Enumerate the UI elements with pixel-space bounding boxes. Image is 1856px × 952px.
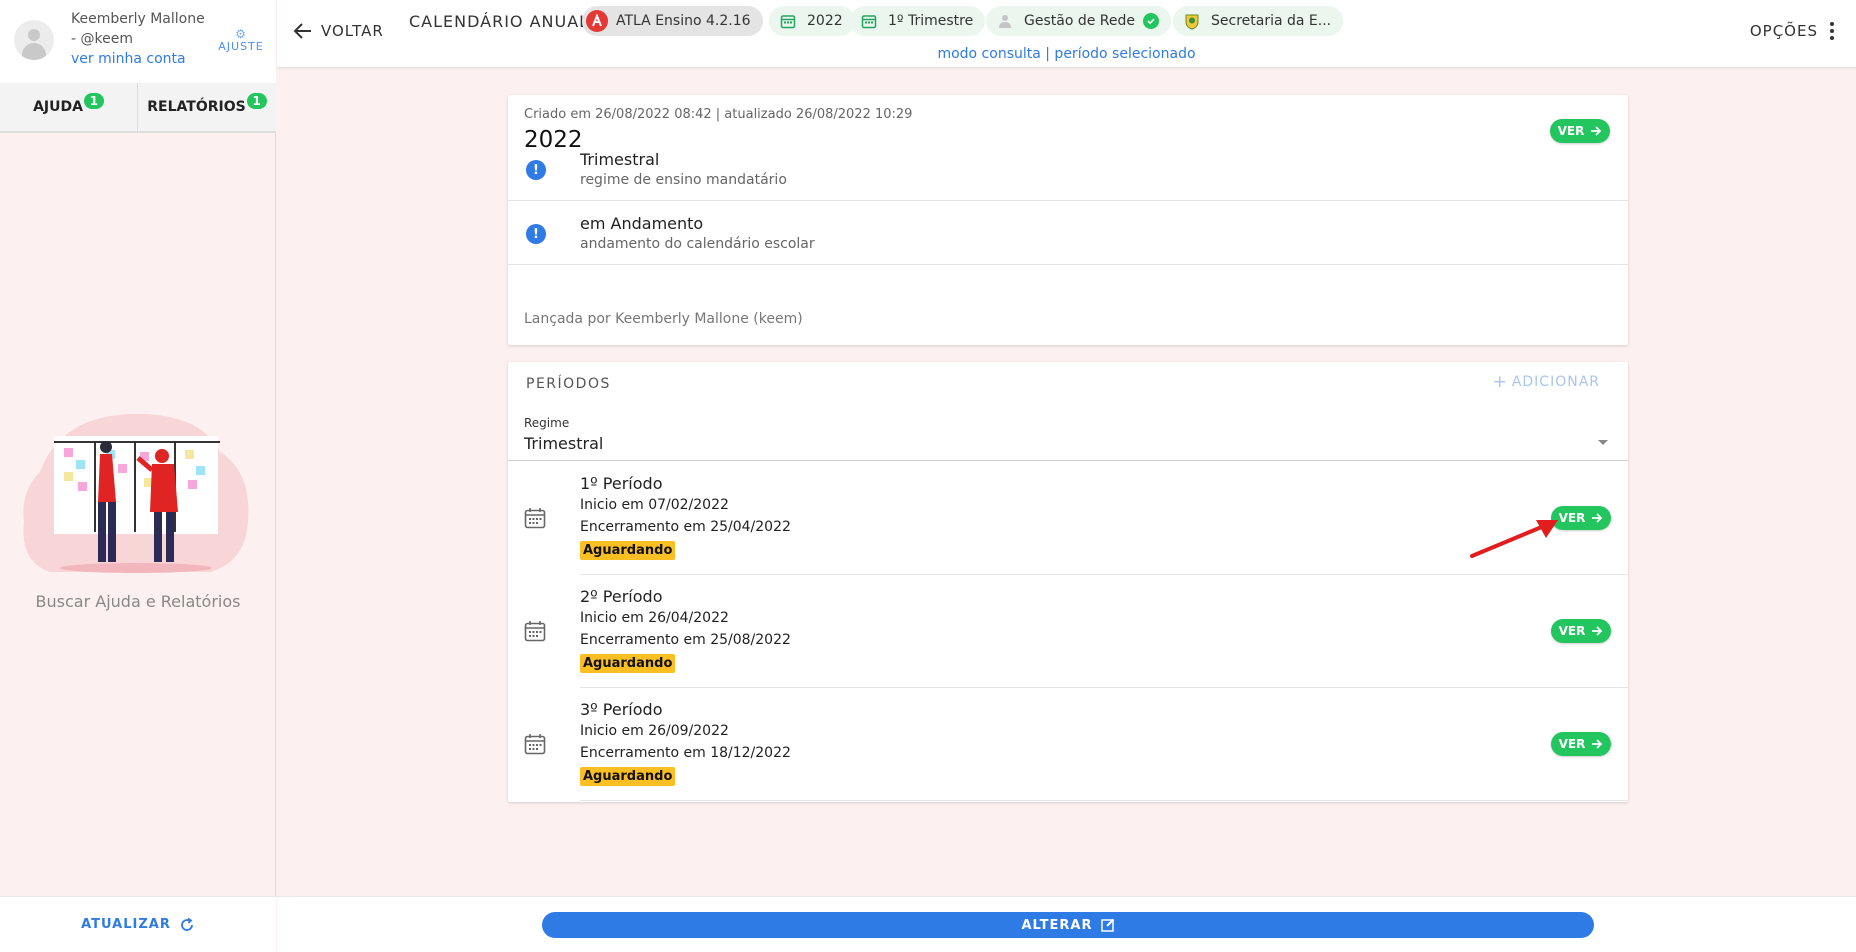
info-title: Trimestral [580, 150, 660, 169]
alter-label: ALTERAR [1021, 917, 1093, 933]
info-subtitle: andamento do calendário escolar [580, 236, 815, 252]
alter-button[interactable]: ALTERAR [542, 912, 1594, 938]
periods-title: PERÍODOS [526, 376, 611, 392]
arrow-right-icon [1592, 739, 1603, 749]
period-end: Encerramento em 18/12/2022 [580, 745, 791, 761]
sidebar: Keemberly Mallone - @keem ver minha cont… [0, 0, 276, 952]
tab-help[interactable]: AJUDA 1 [0, 83, 137, 131]
crest-icon [1181, 10, 1203, 32]
annotation-arrow-icon [1470, 520, 1558, 558]
view-period-button[interactable]: VER [1551, 619, 1611, 643]
page-title: CALENDÁRIO ANUAL [409, 12, 590, 31]
calendar-icon [524, 734, 546, 755]
user-icon [994, 10, 1016, 32]
main-footer: ALTERAR [277, 896, 1856, 952]
period-title: 1º Período [580, 474, 663, 493]
arrow-right-icon [1591, 126, 1602, 136]
help-text: Buscar Ajuda e Relatórios [35, 592, 241, 611]
gear-icon: ⚙ [235, 27, 247, 41]
periods-card: PERÍODOS + ADICIONAR Regime Trimestral 1… [508, 362, 1628, 802]
calendar-meta: Criado em 26/08/2022 08:42 | atualizado … [524, 107, 913, 122]
tab-help-label: AJUDA [33, 99, 83, 115]
chip-term[interactable]: 1º Trimestre [850, 6, 986, 36]
view-label: VER [1557, 124, 1585, 138]
alert-icon: ! [526, 224, 546, 244]
arrow-right-icon [1592, 626, 1603, 636]
period-title: 3º Período [580, 700, 663, 719]
calendar-icon [524, 621, 546, 642]
period-start: Inicio em 26/04/2022 [580, 610, 729, 626]
view-label: VER [1558, 624, 1586, 638]
sidebar-footer: ATUALIZAR [0, 896, 276, 952]
chip-term-label: 1º Trimestre [888, 13, 974, 29]
status-badge: Aguardando [580, 654, 676, 673]
regime-label: Regime [524, 416, 570, 430]
period-end: Encerramento em 25/04/2022 [580, 519, 791, 535]
chip-organization[interactable]: Secretaria da E... [1173, 6, 1344, 36]
user-name: Keemberly Mallone - @keem [71, 11, 205, 47]
period-end: Encerramento em 25/08/2022 [580, 632, 791, 648]
refresh-label: ATUALIZAR [81, 917, 171, 932]
user-panel: Keemberly Mallone - @keem ver minha cont… [0, 0, 276, 83]
period-start: Inicio em 26/09/2022 [580, 723, 729, 739]
avatar[interactable] [14, 20, 54, 60]
chip-role[interactable]: Gestão de Rede [986, 6, 1172, 36]
back-button[interactable]: VOLTAR [293, 22, 384, 40]
period-title: 2º Período [580, 587, 663, 606]
released-by: Lançada por Keemberly Mallone (keem) [524, 311, 803, 327]
status-badge: Aguardando [580, 541, 676, 560]
check-circle-icon [1143, 13, 1160, 29]
more-vertical-icon [1830, 22, 1834, 40]
add-period-button[interactable]: + ADICIONAR [1492, 372, 1600, 392]
chip-organization-label: Secretaria da E... [1211, 13, 1332, 29]
refresh-icon [180, 917, 193, 931]
top-bar: VOLTAR CALENDÁRIO ANUAL ATLA Ensino 4.2.… [277, 0, 1856, 68]
tab-reports-badge: 1 [246, 93, 267, 109]
regime-select[interactable]: Trimestral [524, 434, 603, 453]
period-start: Inicio em 07/02/2022 [580, 497, 729, 513]
info-subtitle: regime de ensino mandatário [580, 172, 787, 188]
arrow-left-icon [293, 23, 311, 39]
settings-button[interactable]: ⚙ AJUSTE [214, 28, 268, 53]
back-label: VOLTAR [321, 22, 384, 40]
chip-system-label: ATLA Ensino 4.2.16 [616, 13, 751, 29]
arrow-right-icon [1592, 513, 1603, 523]
atla-logo-icon [586, 10, 608, 32]
period-item: 3º Período Inicio em 26/09/2022 Encerram… [508, 688, 1628, 801]
calendar-icon [777, 10, 799, 32]
info-row-regime: ! Trimestral regime de ensino mandatário [508, 137, 1628, 201]
info-row-status: ! em Andamento andamento do calendário e… [508, 201, 1628, 265]
options-label: OPÇÕES [1749, 22, 1818, 40]
calendar-icon [858, 10, 880, 32]
plus-icon: + [1492, 372, 1508, 392]
period-item: 2º Período Inicio em 26/04/2022 Encerram… [508, 575, 1628, 688]
account-link[interactable]: ver minha conta [71, 51, 186, 67]
view-period-button[interactable]: VER [1551, 732, 1611, 756]
mode-status: modo consulta | período selecionado [937, 46, 1196, 62]
options-menu[interactable]: OPÇÕES [1750, 22, 1834, 40]
info-title: em Andamento [580, 214, 704, 233]
alert-icon: ! [526, 160, 546, 180]
tab-reports[interactable]: RELATÓRIOS 1 [137, 83, 276, 131]
chip-role-label: Gestão de Rede [1024, 13, 1136, 29]
status-badge: Aguardando [580, 767, 676, 786]
regime-underline [508, 460, 1628, 461]
chip-year-label: 2022 [807, 13, 843, 29]
add-label: ADICIONAR [1511, 374, 1600, 390]
settings-label: AJUSTE [218, 40, 264, 53]
tab-reports-label: RELATÓRIOS [147, 99, 246, 115]
period-item: 1º Período Inicio em 07/02/2022 Encerram… [508, 462, 1628, 575]
view-label: VER [1558, 737, 1586, 751]
edit-icon [1100, 918, 1114, 932]
chip-system[interactable]: ATLA Ensino 4.2.16 [582, 6, 763, 36]
refresh-button[interactable]: ATUALIZAR [81, 917, 195, 933]
sidebar-tabs: AJUDA 1 RELATÓRIOS 1 [0, 83, 276, 133]
help-illustration [23, 413, 249, 573]
chip-year[interactable]: 2022 [769, 6, 855, 36]
calendar-card: Criado em 26/08/2022 08:42 | atualizado … [508, 95, 1628, 345]
tab-help-badge: 1 [83, 93, 104, 109]
calendar-icon [524, 508, 546, 529]
chevron-down-icon[interactable] [1598, 440, 1608, 445]
